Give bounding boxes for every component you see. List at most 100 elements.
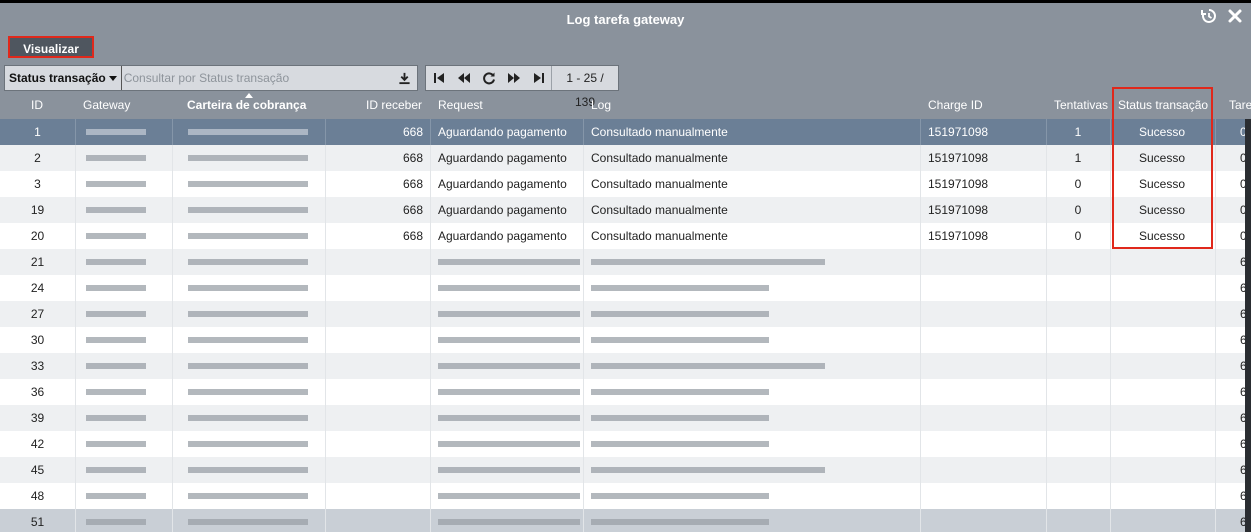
cell-id: 48	[30, 489, 45, 503]
pagination: 1 - 25 / 139	[425, 65, 619, 109]
column-divider	[325, 353, 326, 379]
column-divider	[920, 353, 921, 379]
col-tarefa[interactable]: Tare	[1229, 93, 1251, 119]
column-divider	[172, 223, 173, 249]
table-row[interactable]: 2 668 Aguardando pagamento Consultado manua…	[0, 145, 1251, 171]
cell-request: Aguardando pagamento	[438, 151, 567, 165]
column-divider	[1046, 405, 1047, 431]
table-row[interactable]: 51 6	[0, 509, 1251, 532]
table-row[interactable]: 45 6	[0, 457, 1251, 483]
column-divider	[172, 275, 173, 301]
scrollbar[interactable]	[1245, 119, 1251, 532]
redacted-gateway	[86, 129, 146, 135]
window-title: Log tarefa gateway	[566, 12, 685, 27]
table-row[interactable]: 27 6	[0, 301, 1251, 327]
col-status[interactable]: Status transação	[1118, 93, 1213, 119]
column-divider	[75, 171, 76, 197]
table-row[interactable]: 30 6	[0, 327, 1251, 353]
table-row[interactable]: 21 6	[0, 249, 1251, 275]
cell-id: 51	[30, 515, 45, 529]
col-tentativas[interactable]: Tentativas	[1054, 93, 1110, 119]
cell-log: Consultado manualmente	[591, 229, 728, 243]
redacted-gateway	[86, 519, 146, 525]
page-count: 1 - 25 / 139	[551, 66, 618, 109]
column-divider	[583, 145, 584, 171]
cell-id: 27	[30, 307, 45, 321]
column-divider	[1215, 145, 1216, 171]
refresh-icon[interactable]	[476, 66, 501, 90]
next-page-icon[interactable]	[501, 66, 526, 90]
prev-page-icon[interactable]	[451, 66, 476, 90]
col-id-receber[interactable]: ID receber	[366, 93, 428, 119]
column-divider	[430, 223, 431, 249]
cell-log: Consultado manualmente	[591, 125, 728, 139]
column-divider	[325, 327, 326, 353]
column-divider	[920, 223, 921, 249]
redacted-request	[438, 363, 580, 369]
redacted-gateway	[86, 493, 146, 499]
download-icon[interactable]	[391, 66, 417, 90]
table-row[interactable]: 36 6	[0, 379, 1251, 405]
column-divider	[1215, 457, 1216, 483]
table-row[interactable]: 33 6	[0, 353, 1251, 379]
col-log[interactable]: Log	[591, 93, 671, 119]
redacted-carteira	[188, 285, 308, 291]
column-divider	[172, 483, 173, 509]
redacted-carteira	[188, 415, 308, 421]
column-divider	[75, 431, 76, 457]
column-divider	[583, 509, 584, 532]
table-row[interactable]: 1 668 Aguardando pagamento Consultado manua…	[0, 119, 1251, 145]
table-row[interactable]: 42 6	[0, 431, 1251, 457]
redacted-log	[591, 259, 825, 265]
first-page-icon[interactable]	[426, 66, 451, 90]
filter-field-select[interactable]: Status transação	[5, 71, 121, 85]
column-divider	[430, 171, 431, 197]
col-charge-id[interactable]: Charge ID	[928, 93, 1008, 119]
column-divider	[1046, 327, 1047, 353]
col-gateway[interactable]: Gateway	[83, 93, 163, 119]
column-divider	[75, 119, 76, 145]
table-row[interactable]: 3 668 Aguardando pagamento Consultado manua…	[0, 171, 1251, 197]
column-divider	[325, 379, 326, 405]
table-row[interactable]: 48 6	[0, 483, 1251, 509]
column-divider	[75, 301, 76, 327]
filter-search-input[interactable]	[120, 66, 391, 90]
redacted-log	[591, 441, 769, 447]
column-divider	[1215, 223, 1216, 249]
filter-field-label: Status transação	[9, 71, 106, 85]
column-divider	[920, 457, 921, 483]
column-divider	[325, 249, 326, 275]
column-divider	[1215, 509, 1216, 532]
history-icon[interactable]	[1201, 8, 1217, 24]
column-divider	[325, 301, 326, 327]
col-id[interactable]: ID	[31, 93, 71, 119]
column-divider	[172, 119, 173, 145]
last-page-icon[interactable]	[526, 66, 551, 90]
column-divider	[430, 405, 431, 431]
column-divider	[1215, 249, 1216, 275]
column-divider	[430, 301, 431, 327]
cell-request: Aguardando pagamento	[438, 203, 567, 217]
column-divider	[920, 171, 921, 197]
cell-log: Consultado manualmente	[591, 203, 728, 217]
table-row[interactable]: 24 6	[0, 275, 1251, 301]
table-row[interactable]: 19 668 Aguardando pagamento Consultado manu…	[0, 197, 1251, 223]
column-divider	[172, 171, 173, 197]
cell-id-receber: 668	[402, 229, 423, 243]
close-icon[interactable]	[1227, 8, 1243, 24]
redacted-gateway	[86, 441, 146, 447]
column-divider	[325, 275, 326, 301]
redacted-gateway	[86, 233, 146, 239]
column-divider	[75, 509, 76, 532]
cell-charge-id: 151971098	[928, 229, 989, 243]
table-row[interactable]: 39 6	[0, 405, 1251, 431]
column-divider	[1215, 119, 1216, 145]
redacted-carteira	[188, 441, 308, 447]
redacted-log	[591, 285, 769, 291]
view-button[interactable]: Visualizar	[8, 36, 94, 58]
col-request[interactable]: Request	[438, 93, 518, 119]
column-divider	[1110, 353, 1111, 379]
column-divider	[430, 353, 431, 379]
table-row[interactable]: 20 668 Aguardando pagamento Consultado manu…	[0, 223, 1251, 249]
col-carteira[interactable]: Carteira de cobrança	[187, 93, 327, 119]
